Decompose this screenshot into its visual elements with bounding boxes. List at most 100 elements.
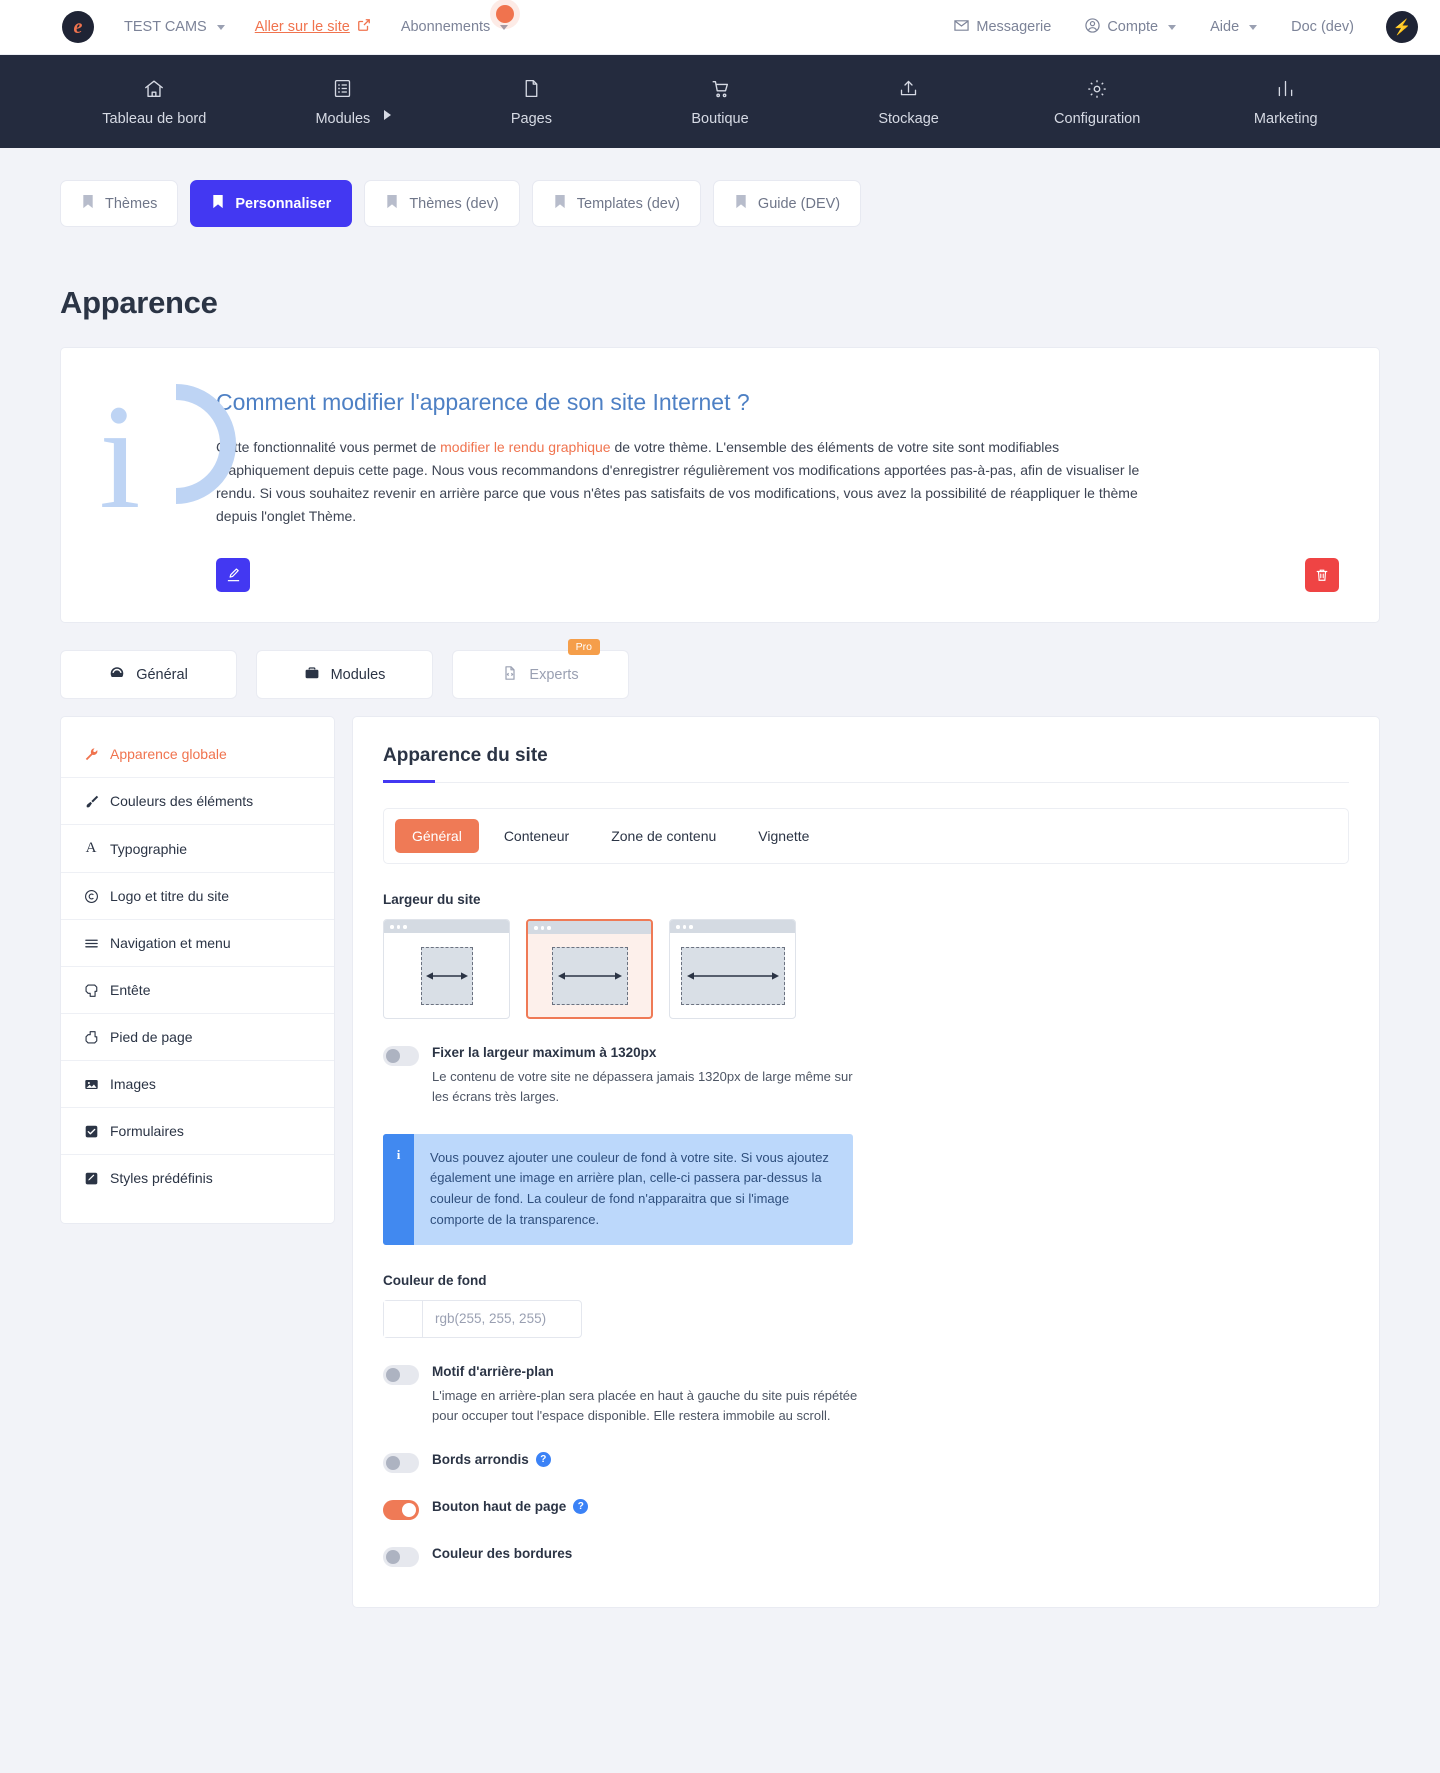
segment-label: Général [136,666,188,683]
sidebar-item-images[interactable]: Images [61,1061,334,1109]
goto-site-label: Aller sur le site [254,19,350,35]
sidebar-item-label: Navigation et menu [110,935,231,952]
pill-tab-vignette[interactable]: Vignette [741,819,826,853]
window-dot-icon [689,925,693,929]
subscriptions-menu[interactable]: Abonnements [401,5,515,35]
pattern-toggle[interactable] [383,1364,419,1385]
window-dot-icon [547,926,551,930]
help-icon[interactable]: ? [573,1499,589,1515]
site-selector[interactable]: TEST CAMS [124,19,225,35]
nav-items: Tableau de bord Modules Pages Boutique S… [60,77,1380,127]
external-link-icon [357,18,371,36]
nav-item-stockage[interactable]: Stockage [814,77,1003,127]
sidebar-item-navigation-et-menu[interactable]: Navigation et menu [61,920,334,968]
e-logo-icon[interactable]: e [62,11,94,43]
main-pill-tabs: Général Conteneur Zone de contenu Vignet… [383,808,1349,865]
nav-item-marketing[interactable]: Marketing [1191,77,1380,127]
tab-label: Templates (dev) [576,195,680,212]
help-label: Aide [1210,19,1240,35]
goto-site-link[interactable]: Aller sur le site [255,18,371,36]
messaging-link[interactable]: Messagerie [954,18,1051,37]
bg-color-input[interactable]: rgb(255, 255, 255) [383,1299,582,1338]
edit-square-icon[interactable] [216,558,250,593]
tab-guide-dev[interactable]: Guide (DEV) [712,180,862,227]
wrench-icon [83,747,99,762]
segment-general[interactable]: Général [60,650,237,700]
nav-label: Pages [510,110,552,127]
envelope-icon [954,18,970,37]
width-option-wide[interactable] [669,919,796,1020]
back-to-top-toggle[interactable] [383,1500,419,1521]
window-dot-icon [396,925,400,929]
section-tabs: Thèmes Personnaliser Thèmes (dev) Templa… [60,148,1380,227]
home-icon [143,77,165,101]
sidebar-item-apparence-globale[interactable]: Apparence globale [61,731,334,779]
chevron-down-icon [216,24,225,30]
sidebar-item-typographie[interactable]: A Typographie [61,825,334,874]
sidebar-item-label: Logo et titre du site [110,888,230,905]
nav-item-tableau-de-bord[interactable]: Tableau de bord [60,77,249,127]
double-arrow-icon [686,972,779,980]
segment-experts[interactable]: Pro Experts [452,639,629,700]
chevron-right-icon[interactable] [384,109,392,120]
max-width-toggle[interactable] [383,1046,419,1067]
pattern-toggle-text: Motif d'arrière-plan L'image en arrière-… [432,1364,862,1426]
nav-item-pages[interactable]: Pages [437,77,626,127]
window-dot-icon [390,925,394,929]
max-width-toggle-text: Fixer la largeur maximum à 1320px Le con… [432,1045,862,1107]
help-menu[interactable]: Aide [1210,19,1258,35]
width-preview [384,933,509,1018]
back-to-top-toggle-row: Bouton haut de page ? [383,1499,1349,1521]
window-chrome [384,920,509,934]
hamburger-icon [83,936,99,951]
trash-icon[interactable] [1305,558,1339,593]
account-menu[interactable]: Compte [1085,17,1177,37]
sidebar-item-styles-predefinis[interactable]: Styles prédéfinis [61,1155,334,1201]
rounded-borders-toggle[interactable] [383,1453,419,1474]
sidebar-item-logo-et-titre-du-site[interactable]: Logo et titre du site [61,873,334,921]
border-color-label: Couleur des bordures [432,1546,573,1562]
width-option-medium[interactable] [526,919,653,1020]
nav-label: Boutique [691,110,749,127]
width-options [383,919,1349,1020]
nav-label: Marketing [1253,110,1318,127]
nav-item-configuration[interactable]: Configuration [1003,77,1192,127]
help-icon[interactable]: ? [535,1452,551,1468]
sidebar-item-couleurs-des-elements[interactable]: Couleurs des éléments [61,778,334,826]
bookmark-icon [553,194,567,213]
tab-themes-dev[interactable]: Thèmes (dev) [364,180,520,227]
bookmark-icon [211,194,225,213]
pattern-description: L'image en arrière-plan sera placée en h… [432,1387,858,1423]
width-option-narrow[interactable] [383,919,510,1020]
lightning-bolt-icon[interactable]: ⚡ [1386,11,1418,43]
pill-tab-zone-de-contenu[interactable]: Zone de contenu [594,819,733,853]
pill-tab-general[interactable]: Général [395,819,479,854]
account-label: Compte [1107,19,1159,35]
sidebar-item-entete[interactable]: Entête [61,967,334,1015]
nav-item-modules[interactable]: Modules [249,77,438,127]
upload-icon [898,77,919,101]
nav-label: Tableau de bord [102,110,207,127]
nav-item-boutique[interactable]: Boutique [626,77,815,127]
tab-templates-dev[interactable]: Templates (dev) [531,180,701,227]
sidebar-item-pied-de-page[interactable]: Pied de page [61,1014,334,1062]
sidebar-item-formulaires[interactable]: Formulaires [61,1108,334,1156]
color-swatch[interactable] [384,1300,423,1337]
content-box [680,946,785,1005]
tab-themes[interactable]: Thèmes [60,180,179,227]
rounded-borders-text: Bords arrondis ? [432,1452,551,1468]
tab-personnaliser[interactable]: Personnaliser [190,180,353,227]
double-arrow-icon [557,972,622,980]
info-illustration: i [61,374,236,592]
pattern-toggle-row: Motif d'arrière-plan L'image en arrière-… [383,1364,1349,1426]
width-preview [528,934,651,1017]
content-box [420,946,473,1005]
doc-link[interactable]: Doc (dev) [1291,19,1354,35]
segment-modules[interactable]: Modules [256,650,433,700]
font-a-icon: A [85,840,97,857]
pill-tab-conteneur[interactable]: Conteneur [487,819,586,853]
info-letter-icon: i [99,374,141,540]
border-color-toggle[interactable] [383,1547,419,1568]
rendu-graphique-link[interactable]: modifier le rendu graphique [440,439,610,455]
list-icon [332,77,353,101]
